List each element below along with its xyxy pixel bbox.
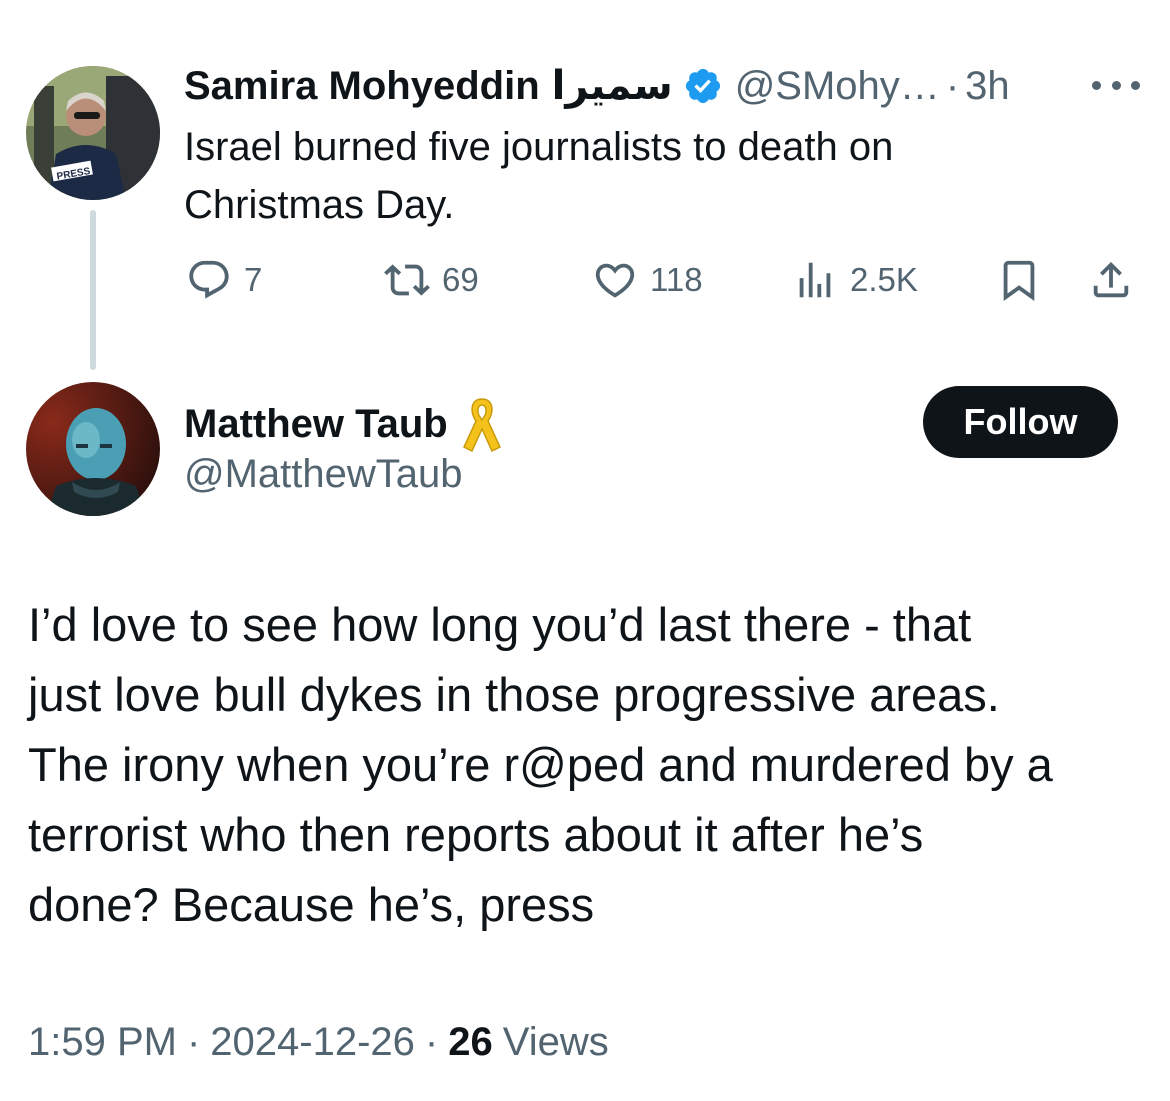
share-button[interactable]: [1088, 252, 1134, 308]
header-separator: ·: [945, 63, 960, 108]
parent-author-name[interactable]: Samira Mohyeddin: [184, 64, 540, 109]
parent-tweet-time[interactable]: 3h: [965, 64, 1010, 109]
reply-author-name[interactable]: Matthew Taub: [184, 402, 448, 447]
parent-tweet-text-line: Israel burned five journalists to death …: [184, 125, 894, 169]
parent-author-avatar[interactable]: PRESS: [26, 66, 160, 200]
reply-views-count: 26: [448, 1019, 493, 1064]
reply-count: 7: [244, 261, 263, 298]
reply-author-avatar[interactable]: [26, 382, 160, 516]
repost-count: 69: [442, 261, 479, 298]
verified-badge-icon: [685, 68, 720, 104]
bar-chart-icon: [799, 262, 831, 298]
reply-tweet-date[interactable]: 2024-12-26: [210, 1020, 415, 1065]
meta-separator: ·: [186, 1019, 201, 1064]
reply-tweet-time[interactable]: 1:59 PM: [28, 1020, 177, 1065]
reply-tweet-text: I’d love to see how long you’d last ther…: [28, 590, 1148, 940]
repost-button[interactable]: 69: [384, 252, 479, 308]
reply-author-handle[interactable]: @MatthewTaub: [184, 452, 463, 497]
bookmark-icon: [1003, 260, 1035, 301]
more-dots-icon[interactable]: [1092, 70, 1140, 100]
parent-tweet-actions: 7 69 118 2.5K: [0, 252, 1170, 308]
parent-tweet-text: Israel burned five journalists to death …: [184, 118, 1084, 234]
views-count: 2.5K: [850, 261, 918, 298]
meta-separator: ·: [424, 1019, 439, 1064]
follow-button[interactable]: Follow: [923, 386, 1118, 458]
reply-views-label: Views: [502, 1019, 609, 1064]
like-button[interactable]: 118: [592, 252, 703, 308]
bookmark-button[interactable]: [996, 252, 1042, 308]
parent-tweet-header: Samira Mohyeddin سميرا @SMohy… · 3h: [184, 58, 1010, 114]
heart-icon: [595, 263, 635, 298]
reply-text-line: done? Because he’s, press: [28, 878, 595, 931]
reply-text-line: terrorist who then reports about it afte…: [28, 808, 924, 861]
share-upload-icon: [1093, 261, 1129, 298]
reply-tweet-meta: 1:59 PM · 2024-12-26 · 26 Views: [28, 1014, 609, 1070]
speech-bubble-icon: [189, 260, 229, 299]
parent-author-name-arabic[interactable]: سميرا: [552, 63, 673, 109]
reply-text-line: I’d love to see how long you’d last ther…: [28, 598, 972, 651]
reply-text-line: The irony when you’re r@ped and murdered…: [28, 738, 1053, 791]
parent-tweet-text-line: Christmas Day.: [184, 183, 455, 227]
yellow-ribbon-icon: [462, 398, 501, 453]
views-button[interactable]: 2.5K: [792, 252, 918, 308]
repost-arrows-icon: [384, 264, 430, 296]
reply-button[interactable]: 7: [186, 252, 262, 308]
reply-text-line: just love bull dykes in those progressiv…: [28, 668, 1000, 721]
like-count: 118: [650, 261, 703, 298]
reply-author-name-row: Matthew Taub: [184, 396, 504, 453]
parent-author-handle[interactable]: @SMohy…: [735, 64, 940, 109]
